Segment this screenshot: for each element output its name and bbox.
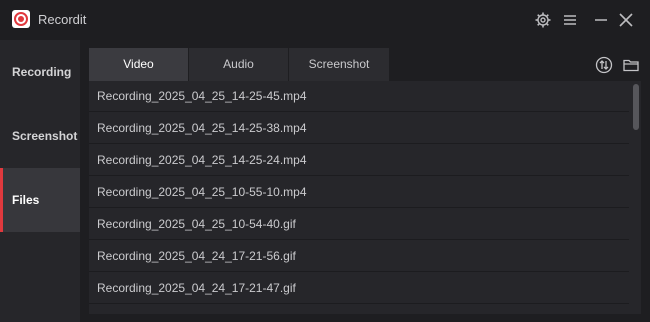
file-name: Recording_2025_04_24_17-21-47.gif [97, 281, 296, 295]
sidebar-item-recording[interactable]: Recording [0, 40, 80, 104]
files-panel: Video Audio Screenshot Recording_2025_04… [89, 48, 641, 314]
tab-video[interactable]: Video [89, 48, 189, 81]
gear-icon[interactable] [534, 11, 552, 29]
app-logo-icon [12, 10, 30, 28]
tab-bar: Video Audio Screenshot [89, 48, 389, 81]
list-item[interactable]: Recording_2025_04_25_14-25-38.mp4 [89, 113, 629, 144]
minimize-icon[interactable] [592, 11, 610, 29]
close-icon[interactable] [617, 11, 635, 29]
list-item[interactable]: Recording_2025_04_25_14-25-24.mp4 [89, 145, 629, 176]
tab-audio[interactable]: Audio [189, 48, 289, 81]
file-name: Recording_2025_04_25_14-25-24.mp4 [97, 153, 307, 167]
list-item[interactable]: Recording_2025_04_25_14-25-45.mp4 [89, 81, 629, 112]
sidebar-item-screenshot[interactable]: Screenshot [0, 104, 80, 168]
list-item[interactable]: Recording_2025_04_25_10-55-10.mp4 [89, 177, 629, 208]
tab-label: Screenshot [308, 57, 370, 71]
file-name: Recording_2025_04_24_17-21-56.gif [97, 249, 296, 263]
menu-icon[interactable] [561, 11, 579, 29]
sort-icon[interactable] [595, 56, 613, 79]
sidebar-item-label: Screenshot [12, 129, 78, 143]
sidebar-item-label: Recording [12, 65, 72, 79]
file-name: Recording_2025_04_25_14-25-38.mp4 [97, 121, 307, 135]
sidebar: Recording Screenshot Files [0, 40, 80, 322]
file-name: Recording_2025_04_25_10-54-40.gif [97, 217, 296, 231]
app-title: Recordit [38, 12, 87, 27]
title-bar: Recordit [0, 0, 650, 40]
scrollbar[interactable] [633, 81, 639, 314]
list-item[interactable]: Recording_2025_04_24_17-21-56.gif [89, 241, 629, 272]
file-name: Recording_2025_04_25_14-25-45.mp4 [97, 89, 307, 103]
tab-label: Audio [223, 57, 254, 71]
file-name: Recording_2025_04_25_10-55-10.mp4 [97, 185, 307, 199]
sidebar-item-label: Files [12, 193, 40, 207]
folder-icon[interactable] [622, 56, 640, 79]
list-item[interactable]: Recording_2025_04_25_10-54-40.gif [89, 209, 629, 240]
tab-label: Video [123, 57, 154, 71]
scrollbar-thumb[interactable] [633, 84, 639, 130]
file-list: Recording_2025_04_25_14-25-45.mp4 Record… [89, 81, 641, 314]
tab-screenshot[interactable]: Screenshot [289, 48, 389, 81]
list-item[interactable]: Recording_2025_04_24_17-21-47.gif [89, 273, 629, 304]
sidebar-item-files[interactable]: Files [0, 168, 80, 232]
